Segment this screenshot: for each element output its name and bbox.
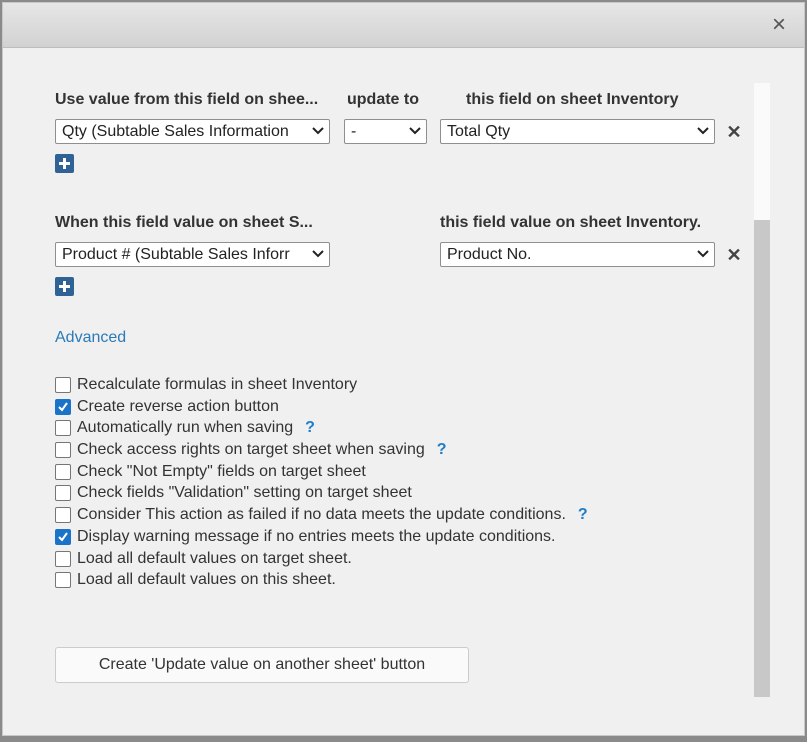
option-label: Display warning message if no entries me… (77, 528, 556, 545)
option-row[interactable]: Load all default values on this sheet. (55, 570, 336, 590)
option-checkbox[interactable] (55, 464, 71, 480)
option-checkbox[interactable] (55, 399, 71, 415)
option-label: Check access rights on target sheet when… (77, 441, 425, 458)
option-label: Load all default values on target sheet. (77, 550, 352, 567)
source-field-select[interactable]: Qty (Subtable Sales Information (55, 119, 330, 144)
chevron-down-icon (409, 127, 421, 135)
option-checkbox[interactable] (55, 485, 71, 501)
chevron-down-icon (312, 127, 324, 135)
option-label: Recalculate formulas in sheet Inventory (77, 376, 358, 393)
option-label: Automatically run when saving (77, 419, 294, 436)
option-label: Check fields "Validation" setting on tar… (77, 484, 412, 501)
option-label: Load all default values on this sheet. (77, 571, 336, 588)
option-label: Consider This action as failed if no dat… (77, 506, 566, 523)
target-field-value: Total Qty (447, 123, 511, 140)
option-checkbox[interactable] (55, 420, 71, 436)
chevron-down-icon (697, 127, 709, 135)
checkmark-icon (58, 532, 68, 542)
help-icon[interactable]: ? (437, 441, 447, 459)
dialog-titlebar: × (3, 3, 804, 48)
option-label: Check "Not Empty" fields on target sheet (77, 463, 366, 480)
option-row[interactable]: Check fields "Validation" setting on tar… (55, 483, 412, 503)
checkmark-icon (58, 402, 68, 412)
option-checkbox[interactable] (55, 551, 71, 567)
option-row[interactable]: Load all default values on target sheet. (55, 549, 352, 569)
help-icon[interactable]: ? (578, 506, 588, 524)
chevron-down-icon (312, 250, 324, 258)
option-row[interactable]: Consider This action as failed if no dat… (55, 505, 588, 525)
dialog-content: Use value from this field on shee... upd… (3, 47, 804, 735)
operator-value: - (351, 123, 357, 140)
condition-target-value: Product No. (447, 246, 532, 263)
condition-target-select[interactable]: Product No. (440, 242, 715, 267)
condition-source-value: Product # (Subtable Sales Inforr (62, 246, 290, 263)
option-row[interactable]: Recalculate formulas in sheet Inventory (55, 375, 357, 395)
option-row[interactable]: Check access rights on target sheet when… (55, 440, 447, 460)
chevron-down-icon (697, 250, 709, 258)
help-icon[interactable]: ? (305, 419, 315, 437)
target-field-select[interactable]: Total Qty (440, 119, 715, 144)
scrollbar[interactable] (754, 83, 770, 697)
create-button[interactable]: Create 'Update value on another sheet' b… (55, 647, 469, 683)
operator-select[interactable]: - (344, 119, 427, 144)
option-checkbox[interactable] (55, 442, 71, 458)
scrollbar-thumb[interactable] (754, 220, 770, 697)
add-mapping-icon[interactable] (55, 154, 74, 173)
remove-mapping-icon[interactable]: ✕ (726, 123, 742, 141)
target-field-header: this field on sheet Inventory (466, 91, 679, 108)
option-row[interactable]: Check "Not Empty" fields on target sheet (55, 462, 366, 482)
option-row[interactable]: Display warning message if no entries me… (55, 527, 555, 547)
add-condition-icon[interactable] (55, 277, 74, 296)
update-to-header: update to (347, 91, 419, 108)
source-field-header: Use value from this field on shee... (55, 91, 319, 108)
close-icon[interactable]: × (767, 13, 791, 37)
advanced-link[interactable]: Advanced (55, 329, 126, 347)
condition-source-header: When this field value on sheet S... (55, 214, 313, 231)
condition-target-header: this field value on sheet Inventory. (440, 214, 702, 231)
option-row[interactable]: Create reverse action button (55, 397, 279, 417)
remove-condition-icon[interactable]: ✕ (726, 246, 742, 264)
option-label: Create reverse action button (77, 398, 279, 415)
option-row[interactable]: Automatically run when saving? (55, 418, 315, 438)
option-checkbox[interactable] (55, 529, 71, 545)
option-checkbox[interactable] (55, 377, 71, 393)
dialog: × Use value from this field on shee... u… (2, 2, 805, 736)
source-field-value: Qty (Subtable Sales Information (62, 123, 289, 140)
condition-source-select[interactable]: Product # (Subtable Sales Inforr (55, 242, 330, 267)
option-checkbox[interactable] (55, 572, 71, 588)
option-checkbox[interactable] (55, 507, 71, 523)
